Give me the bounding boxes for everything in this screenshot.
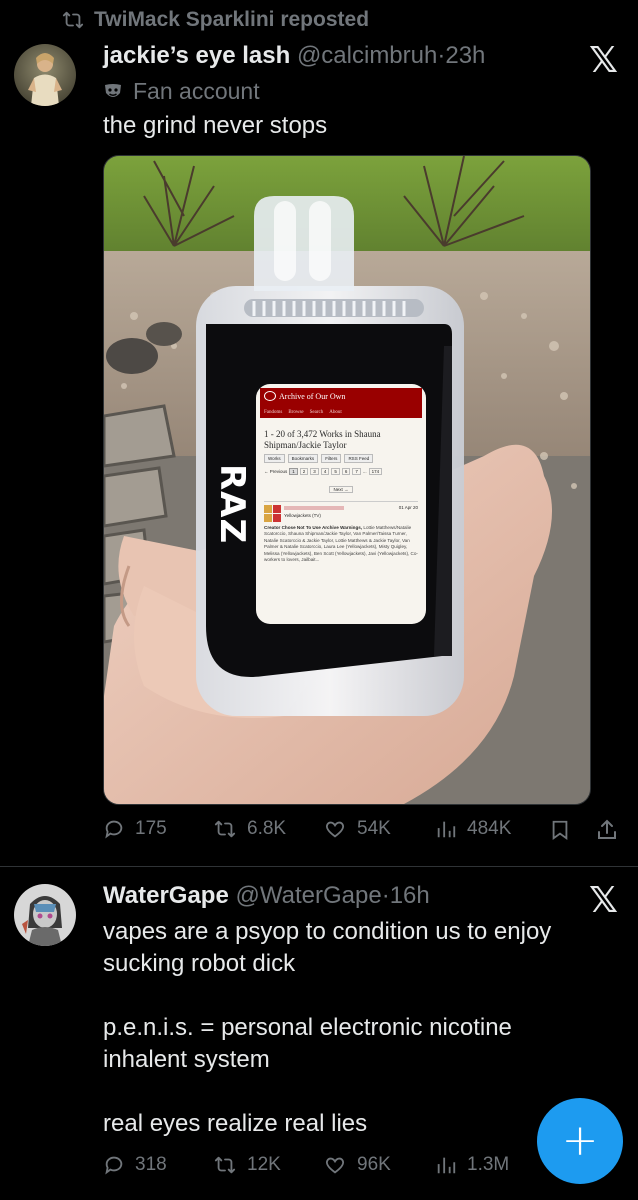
page-link: 5 bbox=[331, 468, 340, 475]
heart-icon bbox=[325, 1157, 345, 1174]
device-screen: Archive of Our Own Fandoms Browse Search… bbox=[260, 388, 422, 620]
bookmark-button[interactable] bbox=[549, 818, 571, 848]
display-name[interactable]: WaterGape bbox=[103, 882, 229, 909]
ao3-buttons: Works Bookmarks Filters RSS Feed bbox=[264, 454, 418, 463]
reply-button[interactable]: 175 bbox=[103, 818, 167, 840]
handle[interactable]: @calcimbruh bbox=[297, 42, 437, 69]
avatar[interactable] bbox=[14, 884, 76, 946]
work-tags: Lottie Matthews/Natalie Scatorccio, Shau… bbox=[264, 525, 418, 563]
share-button[interactable] bbox=[595, 818, 619, 848]
fan-account-label: Fan account bbox=[103, 78, 260, 105]
plus-icon: + bbox=[561, 1115, 599, 1166]
timestamp[interactable]: 23h bbox=[445, 42, 485, 69]
page-link: 6 bbox=[341, 468, 351, 475]
ao3-nav: Fandoms Browse Search About bbox=[260, 409, 422, 418]
nav-item: About bbox=[329, 410, 342, 415]
x-logo-icon: 𝕏 bbox=[589, 40, 619, 81]
repost-icon bbox=[214, 1156, 236, 1174]
views-button[interactable]: 1.3M bbox=[435, 1154, 509, 1176]
views-button[interactable]: 484K bbox=[435, 818, 511, 840]
handle[interactable]: @WaterGape bbox=[235, 882, 381, 909]
device-brand: RAZ bbox=[212, 464, 252, 545]
mask-icon bbox=[105, 83, 121, 97]
tweet-header: jackie’s eye lash @calcimbruh·23h bbox=[103, 42, 485, 70]
ao3-button: Works bbox=[264, 454, 285, 463]
work-fandom: Yellowjackets (TV) bbox=[284, 513, 321, 518]
ao3-button: RSS Feed bbox=[344, 454, 374, 463]
tweet-line: p.e.n.i.s. = personal electronic nicotin… bbox=[103, 1014, 512, 1041]
share-icon bbox=[598, 819, 616, 839]
tweet-text: the grind never stops bbox=[103, 112, 328, 139]
works-heading-2: Shipman/Jackie Taylor bbox=[264, 440, 347, 450]
tweet-image[interactable]: RAZ Archive of Our Own Fandoms Browse Se… bbox=[103, 155, 591, 805]
views-count: 1.3M bbox=[467, 1154, 510, 1175]
work-warnings: Creator Chose Not To Use Archive Warning… bbox=[264, 525, 363, 530]
like-count: 96K bbox=[357, 1154, 391, 1175]
page-link: 1 bbox=[289, 468, 298, 475]
repost-text: TwiMack Sparklini reposted bbox=[94, 8, 370, 31]
page-link: 3 bbox=[310, 468, 319, 475]
x-logo-icon: 𝕏 bbox=[589, 880, 619, 921]
ao3-button: Filters bbox=[321, 454, 342, 463]
display-name[interactable]: jackie’s eye lash bbox=[103, 42, 290, 69]
reply-icon bbox=[105, 820, 123, 839]
reply-count: 318 bbox=[135, 1154, 167, 1175]
work-date: 01 Apr 20 bbox=[398, 505, 418, 510]
rating-symbols-icon bbox=[264, 505, 281, 522]
ao3-button: Bookmarks bbox=[287, 454, 319, 463]
reply-icon bbox=[105, 1156, 123, 1175]
like-button[interactable]: 96K bbox=[323, 1154, 391, 1176]
views-chart-icon bbox=[437, 1157, 456, 1174]
nav-item: Search bbox=[309, 410, 324, 415]
nav-item: Fandoms bbox=[264, 410, 283, 415]
tweet-line: real eyes realize real lies bbox=[103, 1110, 368, 1137]
repost-button[interactable]: 6.8K bbox=[213, 818, 286, 840]
tweet-divider bbox=[0, 866, 638, 867]
repost-icon bbox=[62, 11, 84, 29]
separator: · bbox=[381, 882, 390, 909]
tweet-header: WaterGape @WaterGape·16h bbox=[103, 882, 430, 910]
like-button[interactable]: 54K bbox=[323, 818, 391, 840]
page-link: 4 bbox=[320, 468, 330, 475]
avatar[interactable] bbox=[14, 44, 76, 106]
tweet-actions: 175 6.8K 54K 484K bbox=[103, 816, 623, 846]
page-link: 174 bbox=[368, 468, 383, 475]
page-link: ... bbox=[362, 469, 367, 474]
ao3-logo-icon bbox=[264, 391, 276, 401]
tweet-line: inhalent system bbox=[103, 1046, 270, 1073]
heart-icon bbox=[325, 821, 345, 838]
views-count: 484K bbox=[467, 818, 512, 839]
tweet-line: vapes are a psyop to condition us to enj… bbox=[103, 918, 552, 945]
repost-count: 12K bbox=[247, 1154, 281, 1175]
works-heading-1: 1 - 20 of 3,472 Works in Shauna bbox=[264, 429, 381, 439]
repost-icon bbox=[214, 820, 236, 838]
timestamp[interactable]: 16h bbox=[390, 882, 430, 909]
ao3-site-title: Archive of Our Own bbox=[279, 391, 346, 401]
views-chart-icon bbox=[437, 821, 456, 838]
compose-button[interactable]: + bbox=[537, 1098, 623, 1184]
like-count: 54K bbox=[357, 818, 391, 839]
pager-prev: ← Previous bbox=[264, 469, 288, 474]
nav-item: Browse bbox=[288, 410, 304, 415]
reply-count: 175 bbox=[135, 818, 167, 839]
page-link: 7 bbox=[352, 468, 361, 475]
avatar-image bbox=[14, 44, 76, 106]
avatar-image bbox=[14, 884, 76, 946]
pager-next: Next → bbox=[329, 486, 353, 493]
ao3-header: Archive of Our Own bbox=[260, 388, 422, 409]
tweet-line: sucking robot dick bbox=[103, 950, 296, 977]
repost-button[interactable]: 12K bbox=[213, 1154, 281, 1176]
repost-indicator[interactable]: TwiMack Sparklini reposted bbox=[62, 8, 369, 32]
repost-count: 6.8K bbox=[247, 818, 287, 839]
fan-account-text: Fan account bbox=[133, 78, 260, 104]
reply-button[interactable]: 318 bbox=[103, 1154, 167, 1176]
bookmark-icon bbox=[552, 820, 568, 841]
tweet-text: vapes are a psyop to condition us to enj… bbox=[103, 916, 603, 1140]
ao3-pager: ← Previous 1 2 3 4 5 6 7 ... 174 bbox=[264, 468, 418, 475]
page-link: 2 bbox=[299, 468, 309, 475]
